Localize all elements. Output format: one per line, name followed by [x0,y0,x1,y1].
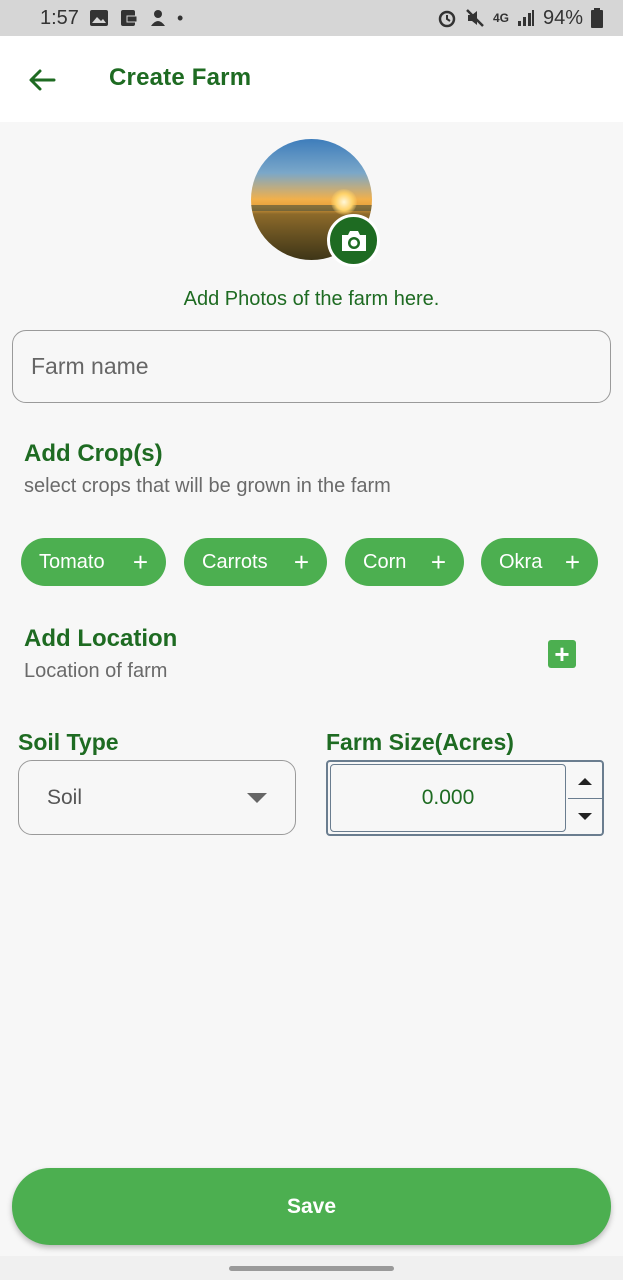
chip-label: Okra [499,550,543,573]
decrement-button[interactable] [568,799,602,834]
farm-name-input[interactable] [12,330,611,403]
crops-title: Add Crop(s) [24,440,163,467]
arrow-up-icon [578,777,592,785]
status-time: 1:57 [40,6,79,29]
status-bar: 1:57 • 4G 94% [0,0,623,36]
image-icon [89,10,108,26]
camera-icon [341,230,366,251]
camera-button[interactable] [327,214,380,267]
crop-chip-corn[interactable]: Corn + [345,538,464,586]
location-title: Add Location [24,625,178,652]
plus-icon: + [293,547,309,577]
alarm-icon [438,10,456,28]
photo-caption: Add Photos of the farm here. [183,288,440,310]
location-subtitle: Location of farm [24,660,168,682]
soil-type-select[interactable]: Soil [18,760,296,835]
arrow-down-icon [578,813,592,820]
app-bar: Create Farm [0,36,623,122]
battery-icon [591,8,603,28]
notification-icon [150,10,165,26]
soil-selected-value: Soil [47,785,83,809]
add-location-button[interactable]: + [548,640,576,668]
download-icon [120,10,138,26]
chip-label: Tomato [39,550,105,573]
battery-percent: 94% [542,6,583,29]
plus-icon: + [564,547,580,577]
plus-icon: + [554,639,570,669]
photo-sun [331,189,357,215]
network-icon: 4G [492,11,509,25]
farm-size-label: Farm Size(Acres) [326,729,514,755]
plus-icon: + [132,547,148,577]
plus-icon: + [430,547,446,577]
crop-chip-carrots[interactable]: Carrots + [184,538,327,586]
page-title: Create Farm [109,64,252,91]
crop-chip-okra[interactable]: Okra + [481,538,598,586]
dropdown-arrow-icon [247,792,267,803]
crops-subtitle: select crops that will be grown in the f… [24,475,391,497]
system-nav-bar [0,1256,623,1280]
arrow-left-icon [29,69,56,91]
chip-label: Carrots [202,550,268,573]
save-button[interactable]: Save [12,1168,611,1245]
mute-icon [466,9,484,27]
dot-icon: • [176,8,184,28]
signal-icon [517,10,534,26]
back-button[interactable] [26,64,58,96]
farm-size-input[interactable] [330,764,566,832]
increment-button[interactable] [568,764,602,799]
soil-type-label: Soil Type [18,729,119,755]
chip-label: Corn [363,550,407,573]
crop-chip-tomato[interactable]: Tomato + [21,538,166,586]
farm-size-stepper [326,760,604,836]
home-handle[interactable] [229,1266,394,1271]
